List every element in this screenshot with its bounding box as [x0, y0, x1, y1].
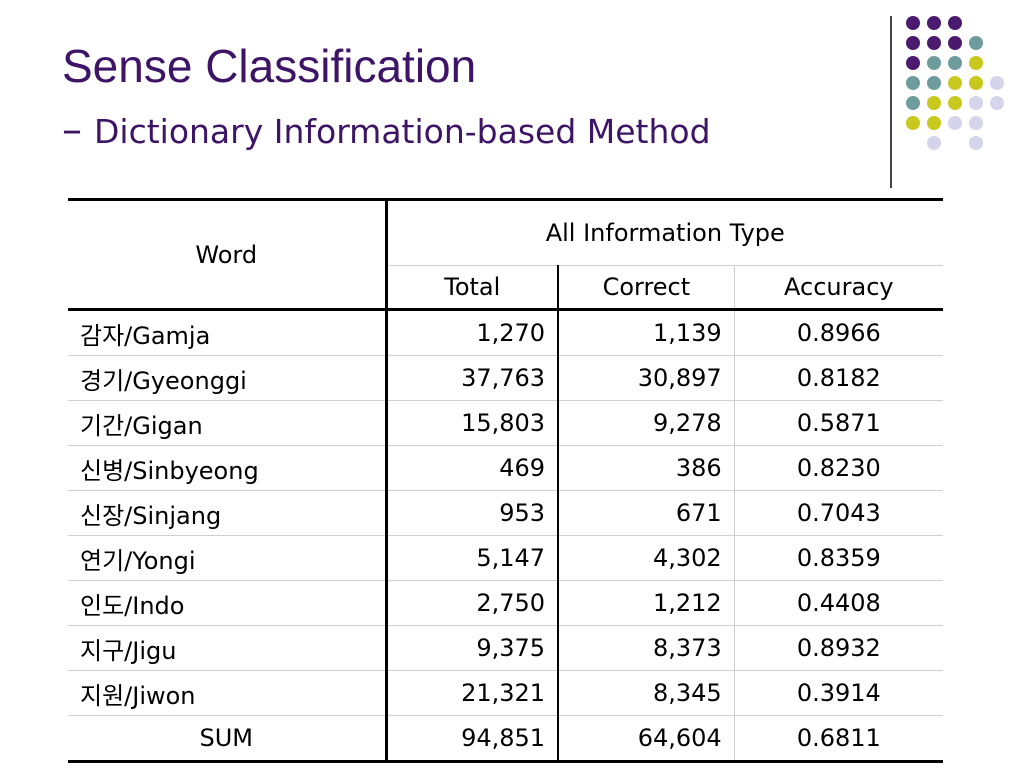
cell-correct: 1,212 — [558, 580, 735, 626]
header-word: Word — [68, 199, 388, 310]
decorative-dot — [927, 116, 941, 130]
table-row: 기간/Gigan 15,803 9,278 0.5871 — [68, 400, 943, 446]
decorative-dot — [948, 36, 962, 50]
cell-accuracy: 0.4408 — [796, 589, 881, 617]
decorative-dot — [969, 76, 983, 90]
cell-accuracy: 0.5871 — [796, 409, 881, 437]
cell-accuracy: 0.7043 — [796, 499, 881, 527]
table-row: 지구/Jigu 9,375 8,373 0.8932 — [68, 625, 943, 671]
header-correct: Correct — [558, 265, 735, 310]
table-row: 인도/Indo 2,750 1,212 0.4408 — [68, 580, 943, 626]
decorative-dot — [927, 136, 941, 150]
cell-total: 469 — [386, 445, 560, 491]
decorative-dot — [906, 76, 920, 90]
cell-accuracy: 0.3914 — [796, 679, 881, 707]
cell-correct: 386 — [558, 445, 735, 491]
cell-total: 1,270 — [386, 309, 560, 356]
cell-correct: 8,345 — [558, 670, 735, 716]
cell-correct: 671 — [558, 490, 735, 536]
subtitle-dash: – — [62, 107, 82, 153]
decorative-dot — [927, 56, 941, 70]
decorative-dot — [948, 16, 962, 30]
decorative-dot — [906, 116, 920, 130]
table-row: 신장/Sinjang 953 671 0.7043 — [68, 490, 943, 536]
header-row-group: Word All Information Type — [68, 199, 943, 310]
cell-accuracy: 0.8932 — [796, 634, 881, 662]
cell-total: 5,147 — [386, 535, 560, 581]
decorative-dot — [969, 96, 983, 110]
cell-word: 지구/Jigu — [68, 625, 388, 671]
decorative-dot — [990, 96, 1004, 110]
decorative-dot — [969, 136, 983, 150]
cell-total: 9,375 — [386, 625, 560, 671]
decorative-dot — [948, 76, 962, 90]
cell-accuracy: 0.8359 — [796, 544, 881, 572]
cell-accuracy: 0.8966 — [796, 319, 881, 347]
decorative-divider — [890, 16, 892, 188]
decorative-dot — [969, 56, 983, 70]
decorative-dot — [969, 116, 983, 130]
cell-word: 신장/Sinjang — [68, 490, 388, 536]
decorative-dot — [927, 36, 941, 50]
subtitle-text: Dictionary Information-based Method — [94, 112, 711, 151]
decorative-dot — [927, 96, 941, 110]
cell-correct: 8,373 — [558, 625, 735, 671]
decorative-dot — [990, 76, 1004, 90]
cell-sum-accuracy: 0.6811 — [796, 724, 881, 752]
decorative-dot — [927, 16, 941, 30]
table-row: 신병/Sinbyeong 469 386 0.8230 — [68, 445, 943, 491]
cell-total: 15,803 — [386, 400, 560, 446]
header-all-information-type: All Information Type — [386, 199, 943, 266]
slide-subtitle: – Dictionary Information-based Method — [62, 106, 711, 156]
cell-word: 지원/Jiwon — [68, 670, 388, 716]
cell-word: 신병/Sinbyeong — [68, 445, 388, 491]
cell-correct: 1,139 — [558, 309, 735, 356]
decorative-dot — [906, 16, 920, 30]
decorative-dot — [906, 96, 920, 110]
cell-total: 953 — [386, 490, 560, 536]
cell-correct: 30,897 — [558, 355, 735, 401]
decorative-dot-grid — [906, 16, 1016, 166]
cell-word: 감자/Gamja — [68, 309, 388, 356]
decorative-dot — [948, 56, 962, 70]
cell-total: 37,763 — [386, 355, 560, 401]
header-total: Total — [386, 265, 560, 310]
cell-correct: 9,278 — [558, 400, 735, 446]
cell-sum-label: SUM — [68, 715, 388, 762]
cell-word: 기간/Gigan — [68, 400, 388, 446]
cell-accuracy: 0.8230 — [796, 454, 881, 482]
sum-row: SUM 94,851 64,604 0.6811 — [68, 715, 943, 762]
cell-total: 21,321 — [386, 670, 560, 716]
results-table: Word All Information Type Total Correct … — [68, 198, 943, 763]
table-row: 감자/Gamja 1,270 1,139 0.8966 — [68, 309, 943, 356]
decorative-dot — [906, 36, 920, 50]
cell-sum-total: 94,851 — [386, 715, 560, 762]
cell-sum-correct: 64,604 — [558, 715, 735, 762]
cell-total: 2,750 — [386, 580, 560, 626]
header-accuracy: Accuracy — [784, 273, 894, 301]
decorative-dot — [948, 96, 962, 110]
table-row: 지원/Jiwon 21,321 8,345 0.3914 — [68, 670, 943, 716]
table-row: 경기/Gyeonggi 37,763 30,897 0.8182 — [68, 355, 943, 401]
decorative-dot — [948, 116, 962, 130]
cell-word: 연기/Yongi — [68, 535, 388, 581]
decorative-dot — [969, 36, 983, 50]
cell-accuracy: 0.8182 — [796, 364, 881, 392]
decorative-dot — [906, 56, 920, 70]
table-row: 연기/Yongi 5,147 4,302 0.8359 — [68, 535, 943, 581]
cell-word: 경기/Gyeonggi — [68, 355, 388, 401]
slide-title: Sense Classification — [62, 40, 477, 92]
cell-word: 인도/Indo — [68, 580, 388, 626]
decorative-dot — [927, 76, 941, 90]
cell-correct: 4,302 — [558, 535, 735, 581]
